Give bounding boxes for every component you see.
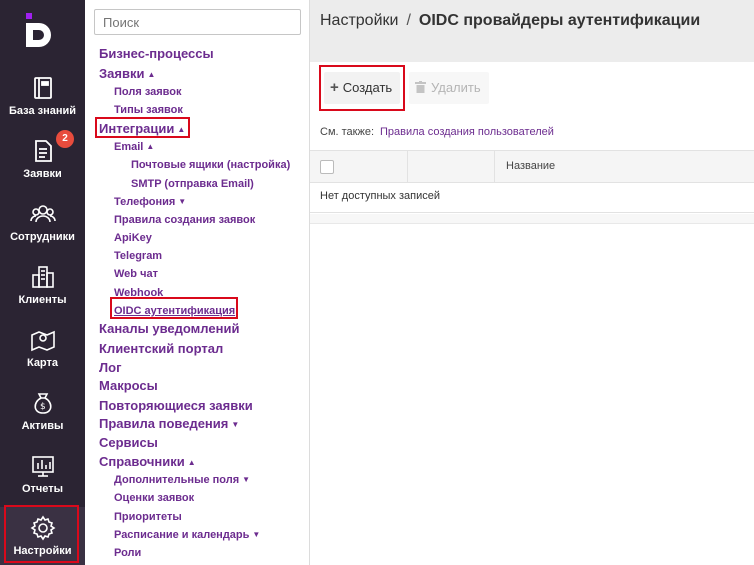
highlight-integrations xyxy=(95,117,190,138)
app-sidebar: База знаний 2 Заявки Сотрудники Клиенты … xyxy=(0,0,85,565)
caret-down-icon: ▼ xyxy=(252,530,261,539)
table-footer xyxy=(310,214,754,224)
see-also-link[interactable]: Правила создания пользователей xyxy=(380,126,554,138)
tree-item-label: Правила поведения xyxy=(99,416,229,431)
nav-tickets[interactable]: 2 Заявки xyxy=(0,130,85,200)
search-input[interactable] xyxy=(94,9,301,35)
tree-item-label: Заявки xyxy=(99,66,145,81)
trash-icon xyxy=(415,81,426,93)
see-also: См. также: Правила создания пользователей xyxy=(320,126,554,138)
tree-item-telegram[interactable]: Telegram xyxy=(114,250,162,262)
page-title: OIDC провайдеры аутентификации xyxy=(418,12,701,29)
delete-button-label: Удалить xyxy=(431,80,481,95)
select-all-checkbox[interactable] xyxy=(320,160,334,174)
tree-item-label: Email xyxy=(114,141,144,153)
tree-item-extra-fields[interactable]: Дополнительные поля ▼ xyxy=(114,474,250,486)
highlight-create xyxy=(319,65,405,111)
column-name-header[interactable]: Название xyxy=(506,160,555,172)
tree-item-apikey[interactable]: ApiKey xyxy=(114,232,152,244)
tree-item-macros[interactable]: Макросы xyxy=(99,378,158,393)
nav-clients[interactable]: Клиенты xyxy=(0,264,85,326)
caret-up-icon: ▲ xyxy=(146,142,155,151)
highlight-settings xyxy=(4,505,79,563)
tree-item-schedule[interactable]: Расписание и календарь ▼ xyxy=(114,529,260,541)
tree-item-ticket-fields[interactable]: Поля заявок xyxy=(114,86,182,98)
tree-item-behavior-rules[interactable]: Правила поведения ▼ xyxy=(99,416,239,431)
tree-item-priorities[interactable]: Приоритеты xyxy=(114,511,182,523)
select-all-cell xyxy=(310,151,408,182)
caret-up-icon: ▲ xyxy=(187,458,196,467)
tree-item-label: Телефония xyxy=(114,196,176,208)
nav-employees[interactable]: Сотрудники xyxy=(0,201,85,263)
tree-item-label: Дополнительные поля xyxy=(114,474,240,486)
tree-item-recurring-tickets[interactable]: Повторяющиеся заявки xyxy=(99,398,253,413)
settings-tree: Бизнес-процессы Заявки▲ Поля заявок Типы… xyxy=(85,0,310,565)
document-icon xyxy=(34,140,52,162)
tree-item-email[interactable]: Email ▲ xyxy=(114,141,154,153)
main-content: Настройки / OIDC провайдеры аутентификации… xyxy=(310,0,754,565)
tree-item-ticket-rules[interactable]: Правила создания заявок xyxy=(114,214,255,226)
nav-label: Заявки xyxy=(23,168,62,180)
map-icon xyxy=(30,330,55,352)
page-header: Настройки / OIDC провайдеры аутентификации xyxy=(310,0,754,62)
tree-item-label: Справочники xyxy=(99,454,185,469)
delete-button[interactable]: Удалить xyxy=(409,72,489,104)
see-also-label: См. также: xyxy=(320,126,374,138)
tree-item-business-processes[interactable]: Бизнес-процессы xyxy=(99,46,214,61)
tree-item-directories[interactable]: Справочники ▲ xyxy=(99,454,196,469)
tree-item-services[interactable]: Сервисы xyxy=(99,435,158,450)
nav-label: Карта xyxy=(26,357,59,369)
tree-item-mailboxes[interactable]: Почтовые ящики (настройка) xyxy=(131,159,290,171)
tree-item-smtp[interactable]: SMTP (отправка Email) xyxy=(131,178,254,190)
nav-knowledge-base[interactable]: База знаний xyxy=(0,75,85,137)
tree-item-label: Расписание и календарь xyxy=(114,529,250,541)
tree-item-notification-channels[interactable]: Каналы уведомлений xyxy=(99,321,239,336)
tree-item-tickets[interactable]: Заявки ▲ xyxy=(99,66,155,81)
tree-item-roles[interactable]: Роли xyxy=(114,547,141,559)
nav-label: Сотрудники xyxy=(10,231,75,243)
app-logo[interactable] xyxy=(22,13,60,47)
highlight-oidc xyxy=(110,297,238,319)
nav-map[interactable]: Карта xyxy=(0,327,85,389)
caret-down-icon: ▼ xyxy=(231,420,240,429)
tree-item-client-portal[interactable]: Клиентский портал xyxy=(99,341,223,356)
nav-assets[interactable]: $ Активы xyxy=(0,390,85,452)
nav-label: Клиенты xyxy=(18,294,67,306)
breadcrumb-root[interactable]: Настройки xyxy=(320,12,398,29)
breadcrumb: Настройки / OIDC провайдеры аутентификации xyxy=(320,12,700,30)
tree-item-web-chat[interactable]: Web чат xyxy=(114,268,158,280)
nav-label: Активы xyxy=(21,420,64,432)
nav-label: Отчеты xyxy=(21,483,64,495)
tree-item-ticket-types[interactable]: Типы заявок xyxy=(114,104,183,116)
table-header: Название xyxy=(310,150,754,183)
tree-item-ticket-ratings[interactable]: Оценки заявок xyxy=(114,492,194,504)
tree-item-log[interactable]: Лог xyxy=(99,360,121,375)
nav-label: База знаний xyxy=(8,105,77,117)
svg-text:$: $ xyxy=(40,402,46,412)
tree-item-telephony[interactable]: Телефония ▼ xyxy=(114,196,186,208)
caret-down-icon: ▼ xyxy=(242,475,251,484)
building-icon xyxy=(31,266,54,288)
notification-badge: 2 xyxy=(56,130,74,148)
breadcrumb-separator: / xyxy=(406,12,411,29)
book-icon xyxy=(33,77,52,99)
people-icon xyxy=(29,205,56,223)
header-cell xyxy=(408,151,495,182)
money-bag-icon: $ xyxy=(33,393,52,414)
caret-up-icon: ▲ xyxy=(147,70,156,79)
empty-message: Нет доступных записей xyxy=(310,183,754,213)
caret-down-icon: ▼ xyxy=(178,197,187,206)
chart-icon xyxy=(31,456,54,477)
